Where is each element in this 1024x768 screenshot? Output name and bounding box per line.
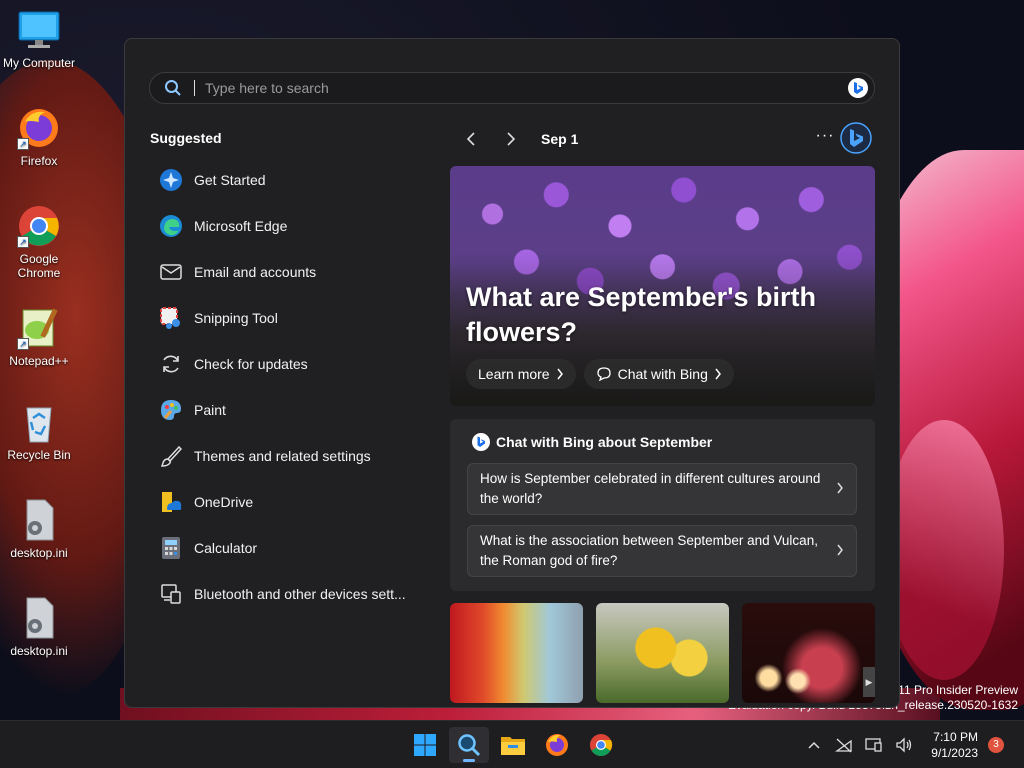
suggested-item-paint[interactable]: Paint [150, 387, 420, 433]
system-tray: 7:10 PM 9/1/2023 3 [803, 721, 1024, 768]
search-input[interactable] [205, 80, 845, 96]
search-box[interactable] [149, 72, 875, 104]
chat-question-1[interactable]: How is September celebrated in different… [467, 463, 857, 515]
show-hidden-icons-button[interactable] [803, 734, 825, 756]
suggested-item-check-updates[interactable]: Check for updates [150, 341, 420, 387]
recycle-bin-icon [17, 400, 61, 444]
suggested-list: Get Started Microsoft Edge Email and acc… [150, 157, 420, 617]
volume-button[interactable] [893, 734, 915, 756]
previous-button[interactable] [459, 127, 483, 151]
suggested-heading: Suggested [150, 130, 222, 146]
search-icon [165, 80, 181, 96]
file-explorer-icon [501, 737, 525, 755]
taskbar-chrome[interactable] [581, 727, 621, 763]
taskbar-file-explorer[interactable] [493, 727, 533, 763]
desktop-icon-chrome[interactable]: ↗ Google Chrome [0, 204, 78, 280]
suggested-item-get-started[interactable]: Get Started [150, 157, 420, 203]
chevron-right-icon [715, 368, 721, 380]
chevron-right-icon [837, 544, 843, 556]
settings-file-icon [17, 596, 61, 640]
bing-chat-icon[interactable] [839, 121, 873, 155]
onedrive-icon [158, 489, 184, 515]
no-network-icon [835, 738, 852, 753]
bing-icon[interactable] [848, 78, 868, 98]
brush-icon [158, 443, 184, 469]
learn-more-button[interactable]: Learn more [466, 359, 576, 389]
taskbar-search-button[interactable] [449, 727, 489, 763]
birth-flowers-hero-card[interactable]: What are September's birth flowers? Lear… [450, 166, 875, 406]
highlight-thumbnails: ▶ [450, 603, 875, 707]
suggested-item-snipping-tool[interactable]: Snipping Tool [150, 295, 420, 341]
taskbar: 7:10 PM 9/1/2023 3 [0, 720, 1024, 768]
notification-badge[interactable]: 3 [988, 737, 1004, 753]
search-panel: Suggested Get Started Microsoft Edge Ema… [124, 38, 900, 708]
taskbar-firefox[interactable] [537, 727, 577, 763]
chat-with-bing-button[interactable]: Chat with Bing [583, 359, 734, 389]
chat-bubble-icon [596, 367, 611, 382]
monitor-icon [865, 738, 882, 752]
chrome-icon: ↗ [17, 204, 61, 248]
desktop-icon-notepadpp[interactable]: ↗ Notepad++ [0, 306, 78, 368]
scroll-right-button[interactable]: ▶ [863, 667, 875, 697]
thumbnail-gemstones[interactable] [450, 603, 583, 703]
chat-with-bing-card: Chat with Bing about September How is Se… [450, 419, 875, 591]
mail-icon [158, 259, 184, 285]
suggested-item-edge[interactable]: Microsoft Edge [150, 203, 420, 249]
thumbnail-guitar-concert[interactable] [742, 603, 875, 703]
chat-question-2[interactable]: What is the association between Septembe… [467, 525, 857, 577]
bing-icon [472, 433, 490, 451]
chevron-up-icon [808, 741, 820, 749]
chevron-right-icon [837, 482, 843, 494]
desktop-icon-my-computer[interactable]: My Computer [0, 8, 78, 70]
edge-icon [158, 213, 184, 239]
start-button[interactable] [405, 727, 445, 763]
chevron-right-icon [507, 132, 516, 146]
chevron-right-icon [557, 368, 563, 380]
desktop-icon-desktop-ini-2[interactable]: desktop.ini [0, 596, 78, 658]
hero-title: What are September's birth flowers? [466, 282, 816, 347]
refresh-icon [158, 351, 184, 377]
desktop-icon-recycle-bin[interactable]: Recycle Bin [0, 400, 78, 462]
paint-icon [158, 397, 184, 423]
desktop-icon-desktop-ini-1[interactable]: desktop.ini [0, 498, 78, 560]
chrome-icon [590, 734, 613, 756]
firefox-icon: ↗ [17, 106, 61, 150]
desktop-icon-firefox[interactable]: ↗ Firefox [0, 106, 78, 168]
next-button[interactable] [499, 127, 523, 151]
snipping-tool-icon [158, 305, 184, 331]
chevron-left-icon [466, 132, 475, 146]
clock[interactable]: 7:10 PM 9/1/2023 [931, 729, 978, 761]
highlights-header: Sep 1 ··· [459, 121, 879, 155]
display-button[interactable] [863, 734, 885, 756]
thumbnail-daylilies[interactable] [596, 603, 729, 703]
more-options-button[interactable]: ··· [811, 124, 839, 152]
windows-start-icon [414, 734, 436, 756]
speaker-icon [896, 737, 912, 753]
suggested-item-onedrive[interactable]: OneDrive [150, 479, 420, 525]
suggested-item-email-accounts[interactable]: Email and accounts [150, 249, 420, 295]
search-icon [458, 734, 481, 757]
highlights-date: Sep 1 [541, 131, 579, 147]
notepadpp-icon: ↗ [17, 306, 61, 350]
suggested-item-bluetooth[interactable]: Bluetooth and other devices sett... [150, 571, 420, 617]
calculator-icon [158, 535, 184, 561]
firefox-icon [546, 734, 568, 756]
computer-icon [17, 8, 61, 52]
suggested-item-calculator[interactable]: Calculator [150, 525, 420, 571]
settings-file-icon [17, 498, 61, 542]
chat-card-title: Chat with Bing about September [496, 434, 713, 450]
network-status-button[interactable] [833, 734, 855, 756]
suggested-item-themes[interactable]: Themes and related settings [150, 433, 420, 479]
get-started-icon [158, 167, 184, 193]
devices-icon [158, 581, 184, 607]
text-caret [194, 80, 195, 96]
